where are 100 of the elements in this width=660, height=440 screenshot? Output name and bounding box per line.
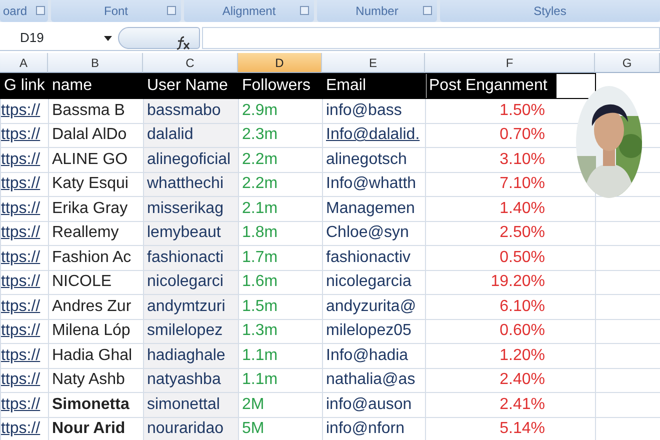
email-cell: info@bass (322, 98, 426, 123)
engagement-cell: 2.41% (426, 392, 596, 417)
name-cell: Andres Zur (48, 294, 144, 319)
ribbon-group-label: oard (0, 0, 48, 22)
username-cell: bassmabo (144, 98, 238, 123)
formula-input[interactable] (202, 26, 660, 48)
email-cell: Info@hadia (322, 344, 426, 368)
email-cell[interactable]: Info@dalalid. (322, 123, 426, 148)
username-cell: fashionacti (144, 246, 238, 270)
username-cell: dalalid (144, 123, 238, 148)
username-cell: whatthechi (144, 172, 238, 196)
followers-cell: 2.2m (238, 148, 322, 172)
followers-cell: 1.6m (238, 270, 322, 294)
email-cell: andyzurita@ (322, 294, 426, 319)
link-cell[interactable]: ttps:// (0, 196, 48, 221)
email-cell: fashionactiv (322, 246, 426, 270)
email-cell: alinegotsch (322, 148, 426, 172)
link-cell[interactable]: ttps:// (0, 270, 48, 294)
header-cell: name (48, 74, 144, 98)
link-cell[interactable]: ttps:// (0, 123, 48, 148)
followers-cell: 2.3m (238, 123, 322, 148)
followers-cell: 1.5m (238, 294, 322, 319)
followers-cell: 1.3m (238, 319, 322, 344)
username-cell: alinegoficial (144, 148, 238, 172)
username-cell: misserikag (144, 196, 238, 221)
ribbon-group-label: Alignment (184, 0, 314, 22)
link-cell[interactable]: ttps:// (0, 294, 48, 319)
dialog-launcher-icon[interactable] (300, 6, 309, 15)
followers-cell: 1.1m (238, 368, 322, 392)
email-cell: Chloe@syn (322, 221, 426, 246)
username-cell: smilelopez (144, 319, 238, 344)
username-cell: nouraridao (144, 417, 238, 440)
link-cell[interactable]: ttps:// (0, 417, 48, 440)
column-header[interactable]: A (0, 53, 48, 73)
username-cell: natyashba (144, 368, 238, 392)
engagement-cell: 2.50% (426, 221, 596, 246)
header-cell: User Name (144, 74, 238, 98)
followers-cell: 1.8m (238, 221, 322, 246)
ribbon-group-label: Number (317, 0, 437, 22)
followers-cell: 2.9m (238, 98, 322, 123)
email-cell: info@auson (322, 392, 426, 417)
email-cell: nathalia@as (322, 368, 426, 392)
name-cell: Naty Ashb (48, 368, 144, 392)
header-cell: G link (0, 74, 48, 98)
followers-cell: 2.1m (238, 196, 322, 221)
name-cell: Milena Lóp (48, 319, 144, 344)
link-cell[interactable]: ttps:// (0, 246, 48, 270)
link-cell[interactable]: ttps:// (0, 221, 48, 246)
header-cell: Post Enganment (426, 74, 596, 98)
name-cell: Bassma B (48, 98, 144, 123)
name-cell: Fashion Ac (48, 246, 144, 270)
name-box[interactable]: D19 (0, 26, 118, 48)
engagement-cell: 19.20% (426, 270, 596, 294)
link-cell[interactable]: ttps:// (0, 392, 48, 417)
followers-cell: 2.2m (238, 172, 322, 196)
column-header[interactable]: D (238, 53, 322, 73)
ribbon-group-label: Font (51, 0, 181, 22)
name-cell: Erika Gray (48, 196, 144, 221)
link-cell[interactable]: ttps:// (0, 172, 48, 196)
engagement-cell: 6.10% (426, 294, 596, 319)
dialog-launcher-icon[interactable] (36, 6, 45, 15)
column-header[interactable]: B (48, 53, 143, 73)
link-cell[interactable]: ttps:// (0, 148, 48, 172)
username-cell: andymtzuri (144, 294, 238, 319)
column-header[interactable]: E (322, 53, 425, 73)
followers-cell: 1.7m (238, 246, 322, 270)
email-cell: Managemen (322, 196, 426, 221)
header-cell: Followers (238, 74, 322, 98)
engagement-cell: 0.50% (426, 246, 596, 270)
engagement-cell: 2.40% (426, 368, 596, 392)
column-header[interactable]: F (425, 53, 595, 73)
email-cell: milelopez05 (322, 319, 426, 344)
username-cell: hadiaghale (144, 344, 238, 368)
email-cell: nicolegarcia (322, 270, 426, 294)
name-cell: Hadia Ghal (48, 344, 144, 368)
engagement-cell: 0.60% (426, 319, 596, 344)
username-cell: nicolegarci (144, 270, 238, 294)
followers-cell: 1.1m (238, 344, 322, 368)
name-cell: NICOLE (48, 270, 144, 294)
name-cell: Katy Esqui (48, 172, 144, 196)
link-cell[interactable]: ttps:// (0, 344, 48, 368)
followers-cell: 2M (238, 392, 322, 417)
dialog-launcher-icon[interactable] (423, 6, 432, 15)
ribbon-group-label: Styles (440, 0, 660, 22)
name-cell: Simonetta (48, 392, 144, 417)
engagement-cell: 1.40% (426, 196, 596, 221)
link-cell[interactable]: ttps:// (0, 368, 48, 392)
username-cell: lemybeaut (144, 221, 238, 246)
dialog-launcher-icon[interactable] (167, 6, 176, 15)
username-cell: simonettal (144, 392, 238, 417)
name-cell: Dalal AlDo (48, 123, 144, 148)
name-cell: Reallemy (48, 221, 144, 246)
link-cell[interactable]: ttps:// (0, 98, 48, 123)
function-button[interactable] (118, 26, 200, 48)
column-header[interactable]: C (143, 53, 238, 73)
dropdown-caret-icon[interactable] (104, 36, 112, 40)
header-cell: Email (322, 74, 426, 98)
name-cell: ALINE GO (48, 148, 144, 172)
column-header[interactable]: G (595, 53, 660, 73)
link-cell[interactable]: ttps:// (0, 319, 48, 344)
